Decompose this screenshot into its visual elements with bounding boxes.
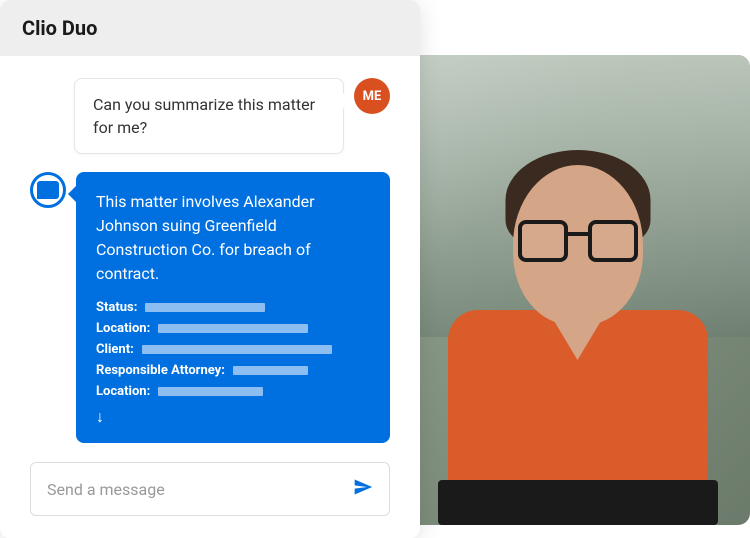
bot-details-list: Status: Location: Client: Responsible Attor… — [96, 300, 370, 399]
detail-label: Location: — [96, 321, 150, 336]
detail-label: Location: — [96, 384, 150, 399]
detail-row: Location: — [96, 384, 370, 399]
detail-row: Client: — [96, 342, 370, 357]
detail-placeholder-bar — [233, 366, 308, 375]
detail-label: Responsible Attorney: — [96, 363, 225, 378]
detail-placeholder-bar — [158, 324, 308, 333]
bot-message-row: This matter involves Alexander Johnson s… — [30, 172, 390, 443]
bot-avatar-icon — [30, 172, 66, 208]
bot-summary-text: This matter involves Alexander Johnson s… — [96, 190, 370, 286]
detail-placeholder-bar — [142, 345, 332, 354]
detail-row: Status: — [96, 300, 370, 315]
detail-row: Location: — [96, 321, 370, 336]
background-photo — [405, 55, 750, 525]
chat-panel: Clio Duo Can you summarize this matter f… — [0, 0, 420, 538]
expand-down-icon[interactable]: ↓ — [96, 407, 370, 427]
detail-placeholder-bar — [158, 387, 263, 396]
user-avatar: ME — [354, 78, 390, 114]
detail-row: Responsible Attorney: — [96, 363, 370, 378]
person-illustration — [438, 145, 718, 525]
chat-title: Clio Duo — [22, 16, 398, 40]
detail-placeholder-bar — [145, 303, 265, 312]
user-message-text: Can you summarize this matter for me? — [93, 93, 325, 139]
detail-label: Client: — [96, 342, 134, 357]
send-icon[interactable] — [353, 477, 373, 501]
bot-message-bubble: This matter involves Alexander Johnson s… — [76, 172, 390, 443]
user-message-bubble: Can you summarize this matter for me? — [74, 78, 344, 154]
detail-label: Status: — [96, 300, 137, 315]
chat-header: Clio Duo — [0, 0, 420, 56]
input-placeholder: Send a message — [47, 480, 165, 499]
chat-body: Can you summarize this matter for me? ME… — [0, 56, 420, 462]
chat-input-container: Send a message — [0, 462, 420, 538]
user-message-row: Can you summarize this matter for me? ME — [30, 78, 390, 154]
message-input[interactable]: Send a message — [30, 462, 390, 516]
